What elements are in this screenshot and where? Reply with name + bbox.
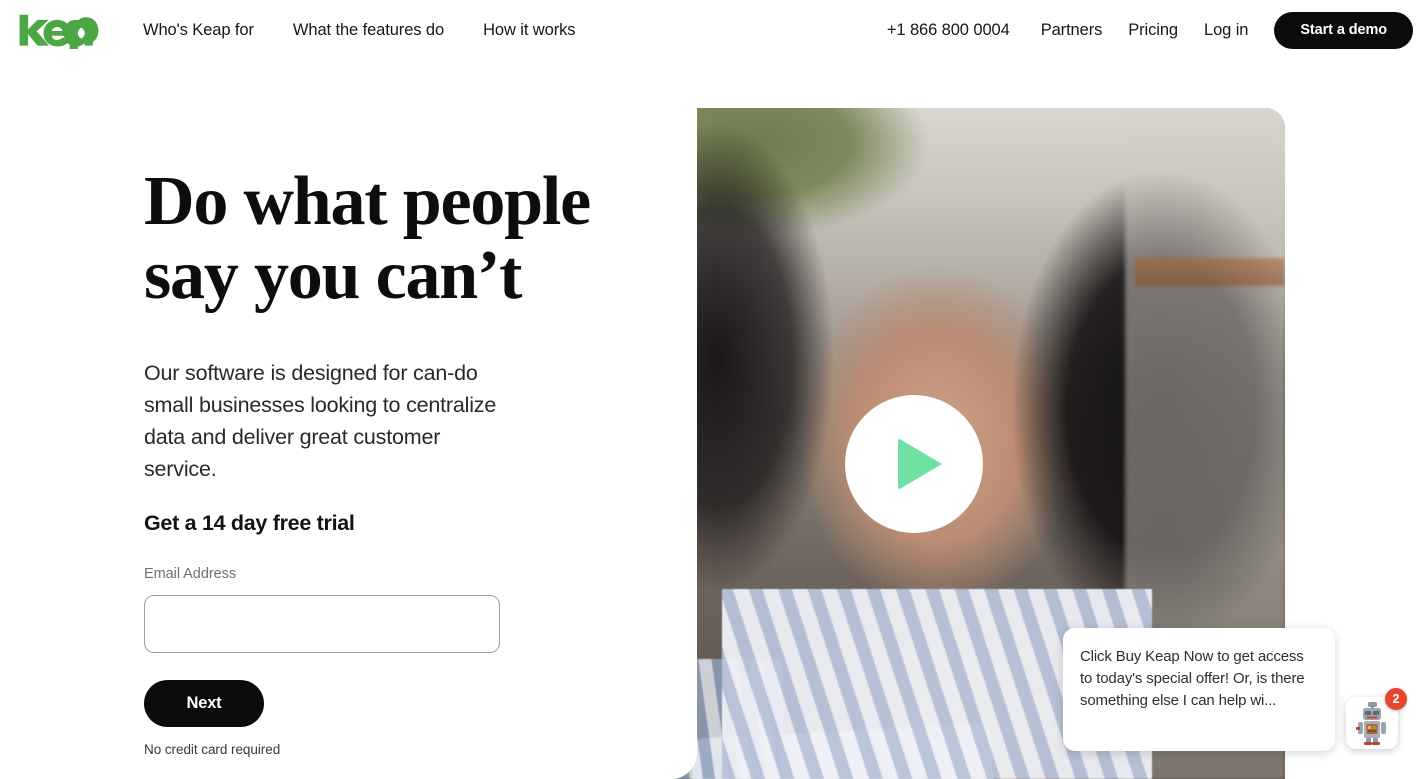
primary-navigation: Who's Keap for What the features do How … [143, 19, 576, 42]
page-title: Do what people say you can’t [144, 163, 591, 314]
hero-description: Our software is designed for can-do smal… [144, 361, 497, 481]
email-input[interactable] [144, 595, 500, 653]
nav-item-pricing[interactable]: Pricing [1128, 21, 1178, 40]
nav-item-what-the-features-do[interactable]: What the features do [293, 19, 444, 42]
email-field-label: Email Address [144, 566, 237, 582]
next-button[interactable]: Next [144, 680, 264, 727]
photo-shelf-detail [1135, 258, 1285, 286]
nav-item-login[interactable]: Log in [1204, 21, 1248, 40]
play-icon [898, 438, 942, 490]
nav-item-how-it-works[interactable]: How it works [483, 19, 575, 42]
nav-item-who-is-keap-for[interactable]: Who's Keap for [143, 19, 254, 42]
secondary-navigation: +1 866 800 0004 Partners Pricing Log in … [887, 0, 1413, 61]
play-button[interactable] [845, 395, 983, 533]
chat-message-bubble[interactable]: Click Buy Keap Now to get access to toda… [1063, 628, 1335, 751]
chat-unread-badge[interactable]: 2 [1385, 688, 1407, 710]
free-trial-heading: Get a 14 day free trial [144, 511, 355, 535]
phone-number-link[interactable]: +1 866 800 0004 [887, 21, 1010, 40]
keap-logo[interactable] [16, 13, 102, 49]
site-header: Who's Keap for What the features do How … [0, 0, 1427, 61]
nav-item-partners[interactable]: Partners [1041, 21, 1103, 40]
start-demo-button[interactable]: Start a demo [1274, 12, 1413, 49]
no-credit-card-note: No credit card required [144, 742, 281, 757]
